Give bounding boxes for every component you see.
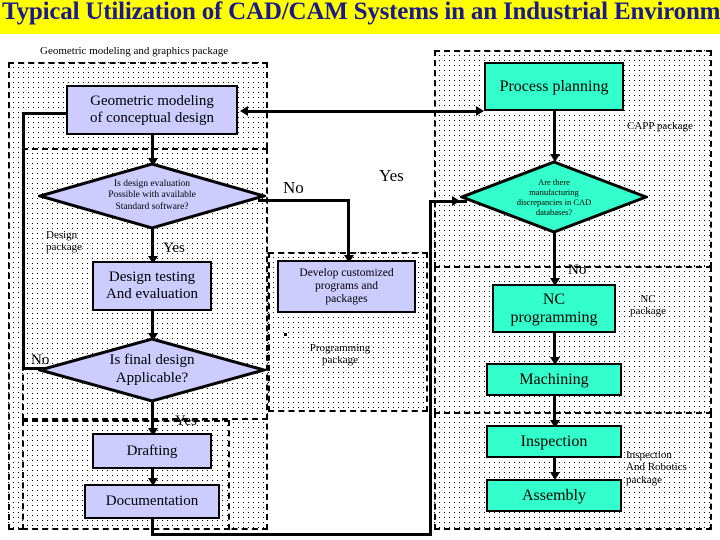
- node-nc-programming-label: NC programming: [510, 290, 598, 326]
- connector-process-to-discrepancies: [553, 111, 556, 159]
- node-documentation-label: Documentation: [105, 493, 199, 510]
- edge-label-design-eval-no: No: [283, 178, 304, 197]
- edge-label-design-eval-yes: Yes: [163, 240, 185, 256]
- flowchart-page: Typical Utilization of CAD/CAM Systems i…: [0, 0, 720, 540]
- arrowhead-into-discrepancies-left: [452, 196, 460, 206]
- node-design-eval-decision[interactable]: Is design evaluation Possible with avail…: [38, 162, 266, 230]
- node-drafting-label: Drafting: [126, 442, 178, 459]
- connector-yes-spine-vertical: [429, 200, 432, 536]
- edge-label-documentation-yes: Yes: [379, 166, 404, 185]
- node-nc-programming[interactable]: NC programming: [492, 284, 616, 333]
- node-discrepancies-decision[interactable]: Are there manufacturing discrepancies in…: [460, 160, 648, 234]
- node-design-testing[interactable]: Design testing And evaluation: [92, 261, 212, 311]
- package-label-capp: CAPP package: [627, 120, 693, 132]
- connector-design-no-horizontal: [258, 199, 350, 202]
- node-assembly[interactable]: Assembly: [486, 479, 622, 512]
- connector-final-no-vertical: [22, 112, 25, 370]
- node-machining[interactable]: Machining: [486, 363, 622, 396]
- page-title: Typical Utilization of CAD/CAM Systems i…: [2, 0, 720, 25]
- node-process-planning-label: Process planning: [499, 77, 609, 95]
- package-label-design: Design package: [46, 229, 83, 254]
- node-geometric-modeling[interactable]: Geometric modeling of conceptual design: [66, 85, 238, 135]
- connector-develop-stub: [284, 333, 287, 336]
- arrowhead-into-process-planning: [476, 106, 484, 116]
- node-machining-label: Machining: [519, 370, 589, 388]
- connector-discrepancies-no: [553, 232, 556, 282]
- node-inspection-label: Inspection: [520, 432, 588, 450]
- node-documentation[interactable]: Documentation: [84, 484, 220, 519]
- edge-label-final-design-yes: Yes: [175, 413, 197, 429]
- package-label-inspection: Inspection And Robotics package: [626, 449, 687, 486]
- edge-label-discrepancies-no: No: [568, 262, 587, 278]
- node-develop-customized[interactable]: Develop customized programs and packages: [277, 260, 416, 313]
- node-develop-customized-label: Develop customized programs and packages: [299, 267, 394, 305]
- node-design-testing-label: Design testing And evaluation: [105, 269, 199, 302]
- connector-process-feedback-horizontal: [246, 110, 476, 113]
- package-label-nc: NC package: [630, 293, 667, 318]
- edge-label-final-design-no: No: [31, 352, 50, 368]
- package-label-programming: Programming package: [309, 342, 371, 367]
- title-banner: Typical Utilization of CAD/CAM Systems i…: [0, 0, 720, 34]
- package-label-geometric: Geometric modeling and graphics package: [40, 45, 229, 57]
- connector-design-no-vertical: [347, 199, 350, 261]
- node-drafting[interactable]: Drafting: [92, 433, 212, 469]
- node-inspection[interactable]: Inspection: [486, 425, 622, 458]
- node-assembly-label: Assembly: [522, 486, 586, 504]
- node-final-design-decision[interactable]: Is final design Applicable?: [38, 337, 266, 403]
- connector-documentation-right: [151, 533, 432, 536]
- arrowhead-into-geometric-right: [240, 106, 248, 116]
- connector-process-feedback-stub: [249, 110, 252, 112]
- node-geometric-modeling-label: Geometric modeling of conceptual design: [89, 93, 215, 126]
- node-process-planning[interactable]: Process planning: [484, 62, 624, 111]
